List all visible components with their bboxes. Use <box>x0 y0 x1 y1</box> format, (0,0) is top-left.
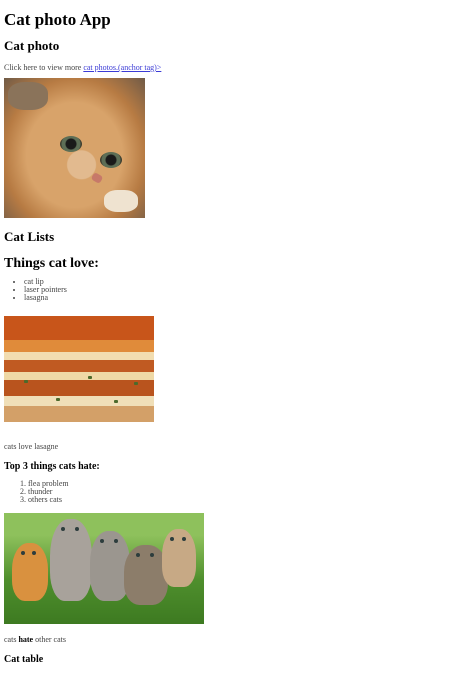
list-item: flea problem <box>28 480 467 488</box>
more-photos-text: Click here to view more cat photos.(anch… <box>4 63 467 72</box>
list-item: others cats <box>28 496 467 504</box>
hate-caption-before: cats <box>4 635 19 644</box>
hate-list: flea problem thunder others cats <box>4 480 467 504</box>
kitten-eye-right <box>100 152 122 168</box>
lasagna-photo <box>4 310 154 432</box>
kitten-photo[interactable] <box>4 78 145 218</box>
list-item: cat lip <box>24 278 467 286</box>
herb-fleck <box>134 382 138 385</box>
list-item: lasagna <box>24 294 467 302</box>
cat-table-heading: Cat table <box>4 654 44 665</box>
love-list: cat lip laser pointers lasagna <box>4 278 467 302</box>
list-item: thunder <box>28 488 467 496</box>
hate-caption: cats hate other cats <box>4 635 467 644</box>
kitten-cream <box>162 529 196 587</box>
cat-photos-link[interactable]: cat photos.(anchor tag)> <box>83 63 161 72</box>
kitten-eye-left <box>60 136 82 152</box>
kittens-photo <box>4 513 204 624</box>
things-cat-love-heading: Things cat love: <box>4 256 99 271</box>
herb-fleck <box>114 400 118 403</box>
herb-fleck <box>88 376 92 379</box>
kitten-ear <box>8 82 48 110</box>
hate-caption-after: other cats <box>33 635 66 644</box>
kitten-orange <box>12 543 48 601</box>
list-item: laser pointers <box>24 286 467 294</box>
cat-photo-heading: Cat photo <box>4 38 60 53</box>
kitten-nose <box>90 172 104 184</box>
kitten-grey <box>50 519 92 601</box>
lasagna-caption: cats love lasagne <box>4 442 59 451</box>
cat-lists-heading: Cat Lists <box>4 229 55 244</box>
more-photos-prompt: Click here to view more <box>4 63 84 72</box>
herb-fleck <box>24 380 28 383</box>
herb-fleck <box>56 398 60 401</box>
kitten-paw <box>104 190 138 212</box>
page-title: Cat photo App <box>4 10 111 29</box>
hate-caption-bold: hate <box>18 635 34 644</box>
things-cats-hate-heading: Top 3 things cats hate: <box>4 461 100 472</box>
